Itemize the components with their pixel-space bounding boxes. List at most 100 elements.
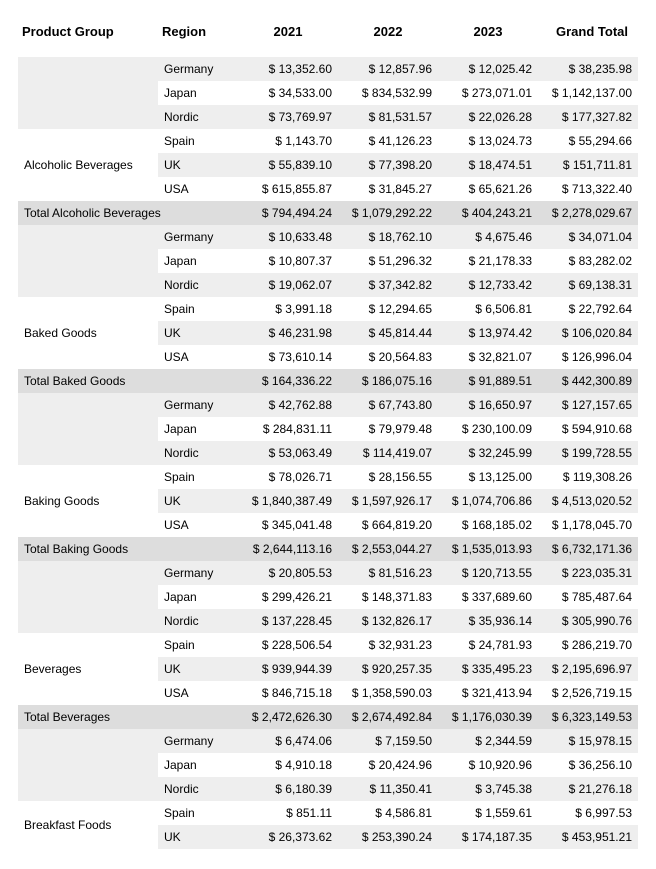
cell-2021: $ 1,143.70 (238, 129, 338, 153)
region-cell: Germany (158, 561, 238, 585)
cell-2021: $ 6,474.06 (238, 729, 338, 753)
table-row: Germany$ 13,352.60$ 12,857.96$ 12,025.42… (18, 57, 638, 81)
header-grand-total: Grand Total (538, 14, 638, 57)
header-2023: 2023 (438, 14, 538, 57)
cell-2021: $ 1,840,387.49 (238, 489, 338, 513)
cell-2022: $ 664,819.20 (338, 513, 438, 537)
cell-grand-total: $ 126,996.04 (538, 345, 638, 369)
cell-2023: $ 35,936.14 (438, 609, 538, 633)
cell-2021: $ 846,715.18 (238, 681, 338, 705)
cell-grand-total: $ 127,157.65 (538, 393, 638, 417)
cell-2022: $ 51,296.32 (338, 249, 438, 273)
cell-grand-total: $ 83,282.02 (538, 249, 638, 273)
cell-2022: $ 114,419.07 (338, 441, 438, 465)
cell-2021: $ 13,352.60 (238, 57, 338, 81)
cell-grand-total: $ 453,951.21 (538, 825, 638, 849)
cell-2022: $ 1,358,590.03 (338, 681, 438, 705)
region-cell: Germany (158, 393, 238, 417)
cell-2023: $ 174,187.35 (438, 825, 538, 849)
region-cell: Spain (158, 633, 238, 657)
cell-2021: $ 345,041.48 (238, 513, 338, 537)
cell-2022: $ 28,156.55 (338, 465, 438, 489)
table-row: Alcoholic BeveragesSpain$ 1,143.70$ 41,1… (18, 129, 638, 153)
cell-2023: $ 12,025.42 (438, 57, 538, 81)
region-cell: Nordic (158, 777, 238, 801)
region-cell: Spain (158, 297, 238, 321)
cell-2021: $ 26,373.62 (238, 825, 338, 849)
cell-2023: $ 32,245.99 (438, 441, 538, 465)
total-2021: $ 2,472,626.30 (238, 705, 338, 729)
header-region: Region (158, 14, 238, 57)
cell-2021: $ 6,180.39 (238, 777, 338, 801)
region-cell: Nordic (158, 441, 238, 465)
cell-grand-total: $ 177,327.82 (538, 105, 638, 129)
region-cell: USA (158, 345, 238, 369)
cell-2021: $ 46,231.98 (238, 321, 338, 345)
group-label-blank (18, 561, 158, 633)
cell-2023: $ 120,713.55 (438, 561, 538, 585)
region-cell: Spain (158, 465, 238, 489)
cell-grand-total: $ 305,990.76 (538, 609, 638, 633)
total-row: Total Baked Goods$ 164,336.22$ 186,075.1… (18, 369, 638, 393)
cell-2021: $ 73,769.97 (238, 105, 338, 129)
group-label: Beverages (18, 633, 158, 705)
table-row: Breakfast FoodsSpain$ 851.11$ 4,586.81$ … (18, 801, 638, 825)
cell-2022: $ 31,845.27 (338, 177, 438, 201)
cell-2021: $ 55,839.10 (238, 153, 338, 177)
region-cell: UK (158, 489, 238, 513)
region-cell: Japan (158, 585, 238, 609)
region-cell: Japan (158, 417, 238, 441)
region-cell: Nordic (158, 273, 238, 297)
cell-2021: $ 20,805.53 (238, 561, 338, 585)
cell-2022: $ 834,532.99 (338, 81, 438, 105)
total-grand-total: $ 6,732,171.36 (538, 537, 638, 561)
cell-2022: $ 4,586.81 (338, 801, 438, 825)
total-grand-total: $ 6,323,149.53 (538, 705, 638, 729)
region-cell: USA (158, 177, 238, 201)
total-2021: $ 164,336.22 (238, 369, 338, 393)
cell-2023: $ 3,745.38 (438, 777, 538, 801)
cell-2023: $ 21,178.33 (438, 249, 538, 273)
cell-2023: $ 4,675.46 (438, 225, 538, 249)
cell-grand-total: $ 15,978.15 (538, 729, 638, 753)
cell-2022: $ 12,294.65 (338, 297, 438, 321)
cell-grand-total: $ 2,526,719.15 (538, 681, 638, 705)
cell-2021: $ 78,026.71 (238, 465, 338, 489)
total-2022: $ 1,079,292.22 (338, 201, 438, 225)
region-cell: USA (158, 681, 238, 705)
cell-2023: $ 10,920.96 (438, 753, 538, 777)
table-row: BeveragesSpain$ 228,506.54$ 32,931.23$ 2… (18, 633, 638, 657)
region-cell: UK (158, 153, 238, 177)
cell-2022: $ 11,350.41 (338, 777, 438, 801)
region-cell: UK (158, 321, 238, 345)
region-cell: Spain (158, 129, 238, 153)
cell-2021: $ 851.11 (238, 801, 338, 825)
cell-2023: $ 32,821.07 (438, 345, 538, 369)
cell-grand-total: $ 286,219.70 (538, 633, 638, 657)
table-row: Baked GoodsSpain$ 3,991.18$ 12,294.65$ 6… (18, 297, 638, 321)
cell-grand-total: $ 21,276.18 (538, 777, 638, 801)
group-label-blank (18, 393, 158, 465)
cell-2023: $ 24,781.93 (438, 633, 538, 657)
cell-2023: $ 337,689.60 (438, 585, 538, 609)
cell-2021: $ 284,831.11 (238, 417, 338, 441)
cell-2022: $ 20,424.96 (338, 753, 438, 777)
region-cell: Germany (158, 57, 238, 81)
cell-2023: $ 6,506.81 (438, 297, 538, 321)
cell-grand-total: $ 55,294.66 (538, 129, 638, 153)
cell-2022: $ 41,126.23 (338, 129, 438, 153)
group-label: Baking Goods (18, 465, 158, 537)
total-row: Total Alcoholic Beverages$ 794,494.24$ 1… (18, 201, 638, 225)
cell-grand-total: $ 785,487.64 (538, 585, 638, 609)
cell-2021: $ 19,062.07 (238, 273, 338, 297)
cell-grand-total: $ 36,256.10 (538, 753, 638, 777)
group-label: Alcoholic Beverages (18, 129, 158, 201)
header-2021: 2021 (238, 14, 338, 57)
region-cell: Japan (158, 249, 238, 273)
cell-2022: $ 20,564.83 (338, 345, 438, 369)
cell-2022: $ 81,516.23 (338, 561, 438, 585)
cell-2021: $ 137,228.45 (238, 609, 338, 633)
cell-2023: $ 321,413.94 (438, 681, 538, 705)
cell-2021: $ 615,855.87 (238, 177, 338, 201)
cell-2023: $ 18,474.51 (438, 153, 538, 177)
